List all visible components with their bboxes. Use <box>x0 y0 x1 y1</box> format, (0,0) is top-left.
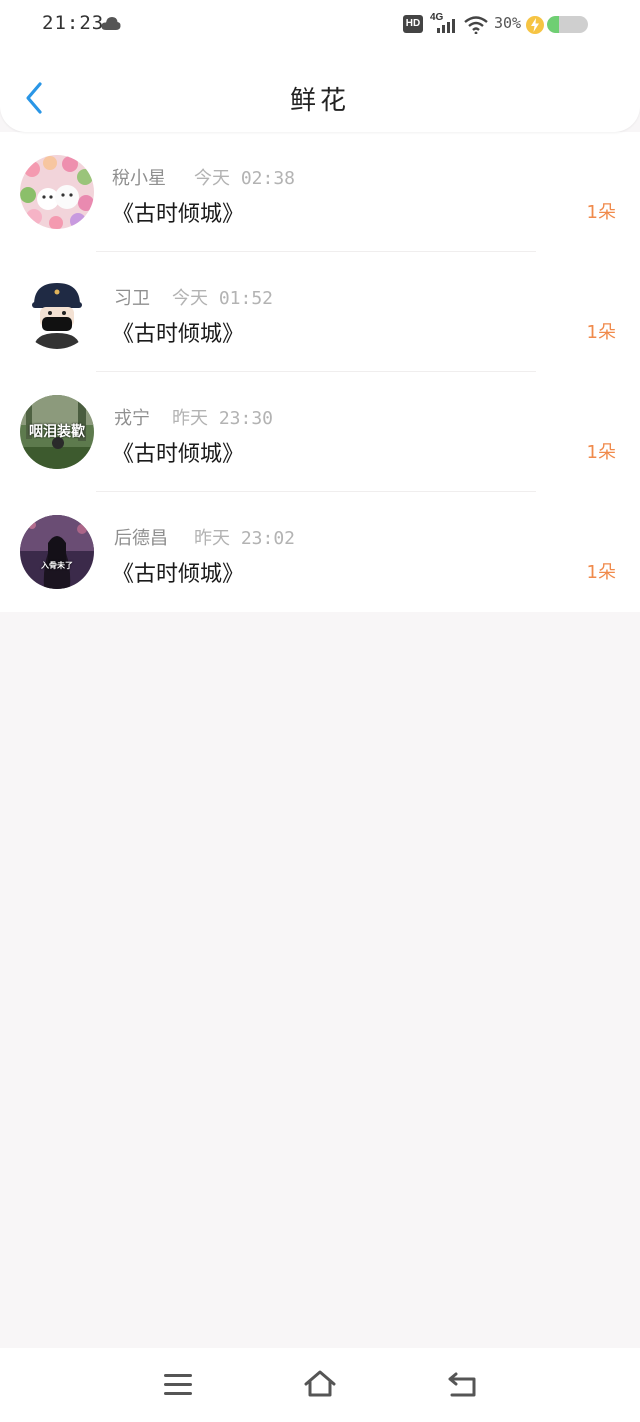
signal-icon <box>437 18 459 37</box>
home-icon[interactable] <box>302 1368 338 1404</box>
flower-count: 1朵 <box>586 202 616 223</box>
avatar-caption: 咽泪装歡 <box>29 424 85 440</box>
list-item[interactable]: 稅小星 今天 02:38 《古时倾城》 1朵 <box>0 132 640 252</box>
header: 21:23 HD 4G 30% 鲜花 <box>0 0 640 132</box>
book-title: 《古时倾城》 <box>112 202 245 227</box>
status-bar: 21:23 HD 4G 30% <box>0 0 640 50</box>
page-title: 鲜花 <box>289 86 350 116</box>
book-title: 《古时倾城》 <box>112 322 245 347</box>
avatar[interactable]: 咽泪装歡 <box>20 395 94 469</box>
battery-icon <box>547 16 588 33</box>
flower-count: 1朵 <box>586 442 616 463</box>
sender-name: 后德昌 <box>114 528 168 549</box>
avatar-caption: 入骨未了 <box>41 561 73 570</box>
flower-count: 1朵 <box>586 562 616 583</box>
flower-record-list: 稅小星 今天 02:38 《古时倾城》 1朵 习卫 今天 01:52 《古时倾城… <box>0 132 640 612</box>
cloud-icon <box>101 15 121 35</box>
wifi-icon <box>464 16 488 38</box>
send-time: 今天 02:38 <box>194 168 296 189</box>
status-time: 21:23 <box>42 12 105 34</box>
send-time: 今天 01:52 <box>172 288 274 309</box>
send-time: 昨天 23:02 <box>194 528 296 549</box>
sender-name: 戎宁 <box>114 408 150 429</box>
flower-count: 1朵 <box>586 322 616 343</box>
back-nav-icon[interactable] <box>446 1370 480 1404</box>
sender-name: 习卫 <box>114 288 150 309</box>
system-nav-bar <box>0 1348 640 1422</box>
sender-name: 稅小星 <box>112 168 166 189</box>
battery-percent: 30% <box>494 14 522 32</box>
menu-icon[interactable] <box>162 1372 194 1402</box>
list-item[interactable]: 入骨未了 后德昌 昨天 23:02 《古时倾城》 1朵 <box>0 492 640 612</box>
charging-icon <box>525 15 545 39</box>
avatar[interactable] <box>20 275 94 349</box>
hd-badge: HD <box>403 15 423 33</box>
list-item[interactable]: 习卫 今天 01:52 《古时倾城》 1朵 <box>0 252 640 372</box>
book-title: 《古时倾城》 <box>112 442 245 467</box>
list-item[interactable]: 咽泪装歡 戎宁 昨天 23:30 《古时倾城》 1朵 <box>0 372 640 492</box>
avatar[interactable] <box>20 155 94 229</box>
send-time: 昨天 23:30 <box>172 408 274 429</box>
avatar[interactable]: 入骨未了 <box>20 515 94 589</box>
battery-fill <box>547 16 560 33</box>
book-title: 《古时倾城》 <box>112 562 245 587</box>
